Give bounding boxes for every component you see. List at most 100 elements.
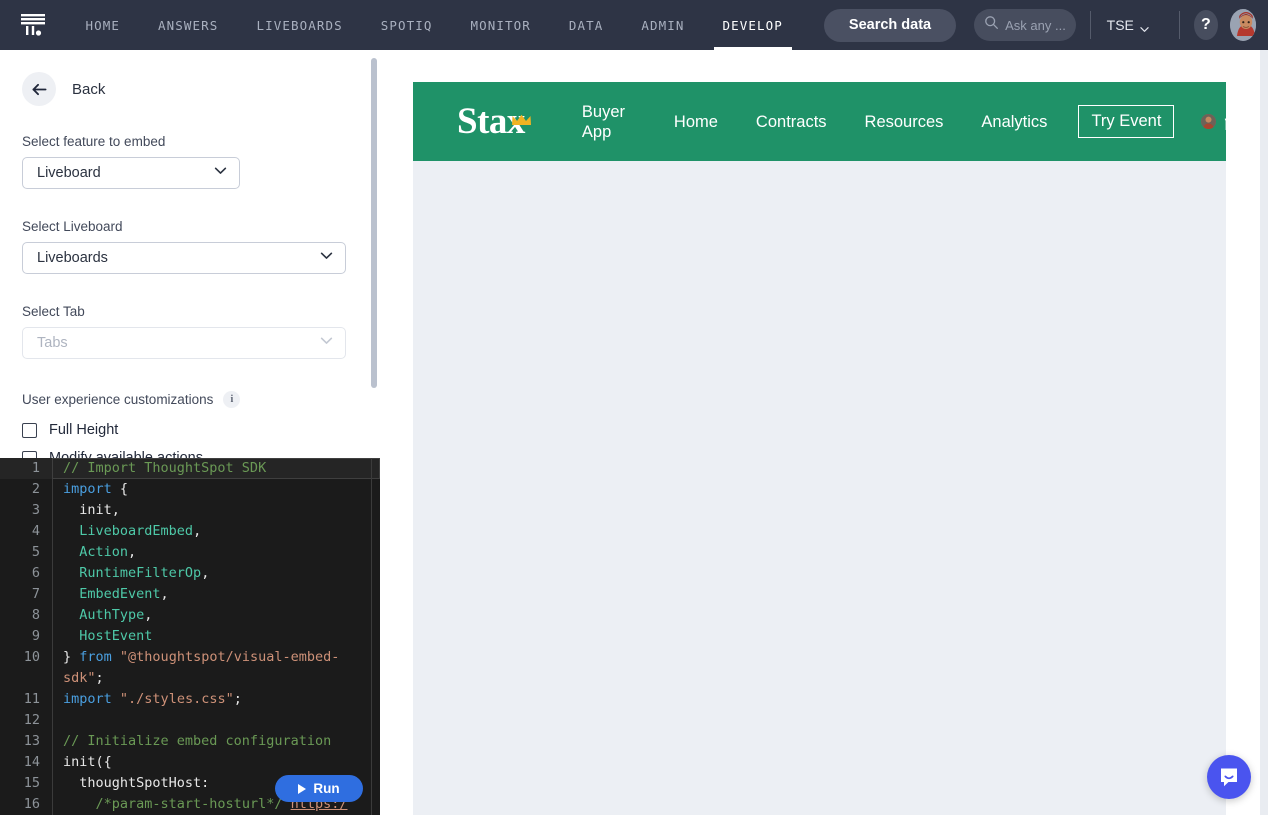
code-token bbox=[63, 565, 79, 581]
code-line[interactable]: 10} from "@thoughtspot/visual-embed-sdk"… bbox=[0, 647, 380, 689]
info-icon[interactable]: i bbox=[223, 391, 240, 408]
back-label: Back bbox=[72, 81, 105, 98]
code-line[interactable]: 8 AuthType, bbox=[0, 605, 380, 626]
avatar[interactable] bbox=[1230, 9, 1256, 41]
code-token bbox=[63, 586, 79, 602]
code-line[interactable]: 4 LiveboardEmbed, bbox=[0, 521, 380, 542]
tab-select-placeholder: Tabs bbox=[37, 335, 68, 351]
sidebar-scrollbar-thumb[interactable] bbox=[371, 58, 377, 388]
stax-nav-contracts[interactable]: Contracts bbox=[737, 112, 846, 132]
line-number: 11 bbox=[0, 689, 52, 710]
code-line[interactable]: 11import "./styles.css"; bbox=[0, 689, 380, 710]
thoughtspot-logo[interactable] bbox=[0, 0, 67, 50]
code-token: import bbox=[63, 691, 112, 707]
chevron-down-icon bbox=[1140, 21, 1149, 30]
nav-item-spotiq[interactable]: SPOTIQ bbox=[362, 0, 452, 50]
feature-select[interactable]: Liveboard bbox=[22, 157, 240, 189]
nav-item-monitor[interactable]: MONITOR bbox=[451, 0, 549, 50]
line-number: 2 bbox=[0, 479, 52, 500]
help-button[interactable]: ? bbox=[1194, 10, 1218, 40]
code-token bbox=[63, 544, 79, 560]
intercom-chat-button[interactable] bbox=[1207, 755, 1251, 799]
avatar bbox=[1201, 114, 1216, 129]
stax-nav-resources[interactable]: Resources bbox=[846, 112, 963, 132]
checkbox-full-height[interactable]: Full Height bbox=[22, 416, 356, 444]
line-number: 12 bbox=[0, 710, 52, 731]
stax-nav-analytics[interactable]: Analytics bbox=[962, 112, 1066, 132]
chevron-down-icon bbox=[320, 249, 333, 267]
run-label: Run bbox=[313, 781, 339, 796]
arrow-left-icon bbox=[22, 72, 56, 106]
nav-item-home[interactable]: HOME bbox=[67, 0, 140, 50]
embed-config-sidebar: Back Select feature to embed Liveboard S… bbox=[0, 50, 380, 458]
code-token bbox=[112, 649, 120, 665]
stax-user-name: Jess Romo bbox=[1224, 111, 1226, 133]
code-token: } bbox=[63, 649, 79, 665]
code-editor[interactable]: 1// Import ThoughtSpot SDK2import {3 ini… bbox=[0, 458, 380, 815]
code-token: init({ bbox=[63, 754, 112, 770]
tab-select[interactable]: Tabs bbox=[22, 327, 346, 359]
back-button[interactable]: Back bbox=[22, 72, 356, 106]
code-line[interactable]: 1// Import ThoughtSpot SDK bbox=[0, 458, 380, 479]
chevron-down-icon bbox=[214, 164, 227, 182]
code-line[interactable]: 13// Initialize embed configuration bbox=[0, 731, 380, 752]
code-line[interactable]: 5 Action, bbox=[0, 542, 380, 563]
org-selector[interactable]: TSE bbox=[1091, 17, 1165, 33]
checkbox-box[interactable] bbox=[22, 423, 37, 438]
nav-item-develop[interactable]: DEVELOP bbox=[704, 0, 802, 50]
nav-item-liveboards[interactable]: LIVEBOARDS bbox=[237, 0, 361, 50]
checkbox-label: Full Height bbox=[49, 422, 118, 438]
code-text: RuntimeFilterOp, bbox=[52, 563, 380, 584]
checkbox-box[interactable] bbox=[22, 451, 37, 459]
user-last-name: Romo bbox=[1224, 116, 1226, 133]
checkbox-modify-actions[interactable]: Modify available actions bbox=[22, 444, 356, 458]
code-text: Action, bbox=[52, 542, 380, 563]
code-line[interactable]: 6 RuntimeFilterOp, bbox=[0, 563, 380, 584]
page-scroll-track[interactable] bbox=[1260, 50, 1268, 815]
code-text bbox=[52, 710, 380, 731]
code-line[interactable]: 3 init, bbox=[0, 500, 380, 521]
line-number: 14 bbox=[0, 752, 52, 773]
code-token: LiveboardEmbed bbox=[79, 523, 193, 539]
nav-item-answers[interactable]: ANSWERS bbox=[139, 0, 237, 50]
stax-user-menu[interactable]: Jess Romo bbox=[1201, 111, 1226, 133]
nav-item-data[interactable]: DATA bbox=[550, 0, 623, 50]
stax-logo[interactable]: Stax bbox=[457, 103, 525, 140]
stax-app-name[interactable]: Buyer App bbox=[582, 102, 638, 142]
code-token bbox=[112, 691, 120, 707]
code-line[interactable]: 7 EmbedEvent, bbox=[0, 584, 380, 605]
embedded-app-frame: Stax Buyer App Home Contracts Resources … bbox=[413, 82, 1226, 815]
code-token: , bbox=[201, 565, 209, 581]
stax-nav-home[interactable]: Home bbox=[655, 112, 737, 132]
stax-nav: Buyer App Home Contracts Resources Analy… bbox=[582, 102, 1226, 142]
run-button[interactable]: Run bbox=[275, 775, 363, 802]
code-line[interactable]: 12 bbox=[0, 710, 380, 731]
ask-placeholder-text: Ask any ... bbox=[1005, 18, 1066, 33]
code-token: AuthType bbox=[79, 607, 144, 623]
search-data-button[interactable]: Search data bbox=[824, 9, 956, 42]
line-number: 5 bbox=[0, 542, 52, 563]
crown-icon bbox=[511, 96, 532, 108]
editor-right-rule bbox=[371, 458, 372, 815]
code-line[interactable]: 9 HostEvent bbox=[0, 626, 380, 647]
code-text: } from "@thoughtspot/visual-embed-sdk"; bbox=[52, 647, 380, 689]
code-token: init, bbox=[63, 502, 120, 518]
code-line[interactable]: 14 init({ bbox=[0, 752, 380, 773]
feature-field-label: Select feature to embed bbox=[22, 134, 356, 149]
liveboard-select[interactable]: Liveboards bbox=[22, 242, 346, 274]
code-text: EmbedEvent, bbox=[52, 584, 380, 605]
code-token: Action bbox=[79, 544, 128, 560]
code-token bbox=[63, 628, 79, 644]
try-event-button[interactable]: Try Event bbox=[1078, 105, 1174, 138]
embed-preview-pane: Stax Buyer App Home Contracts Resources … bbox=[380, 50, 1268, 815]
code-token: from bbox=[79, 649, 112, 665]
line-number: 6 bbox=[0, 563, 52, 584]
code-text: import "./styles.css"; bbox=[52, 689, 380, 710]
code-text: init({ bbox=[52, 752, 380, 773]
code-line[interactable]: 2import { bbox=[0, 479, 380, 500]
code-text: // Initialize embed configuration bbox=[52, 731, 380, 752]
nav-item-admin[interactable]: ADMIN bbox=[622, 0, 703, 50]
line-number: 7 bbox=[0, 584, 52, 605]
line-number: 10 bbox=[0, 647, 52, 689]
ask-search-input[interactable]: Ask any ... bbox=[974, 9, 1076, 41]
